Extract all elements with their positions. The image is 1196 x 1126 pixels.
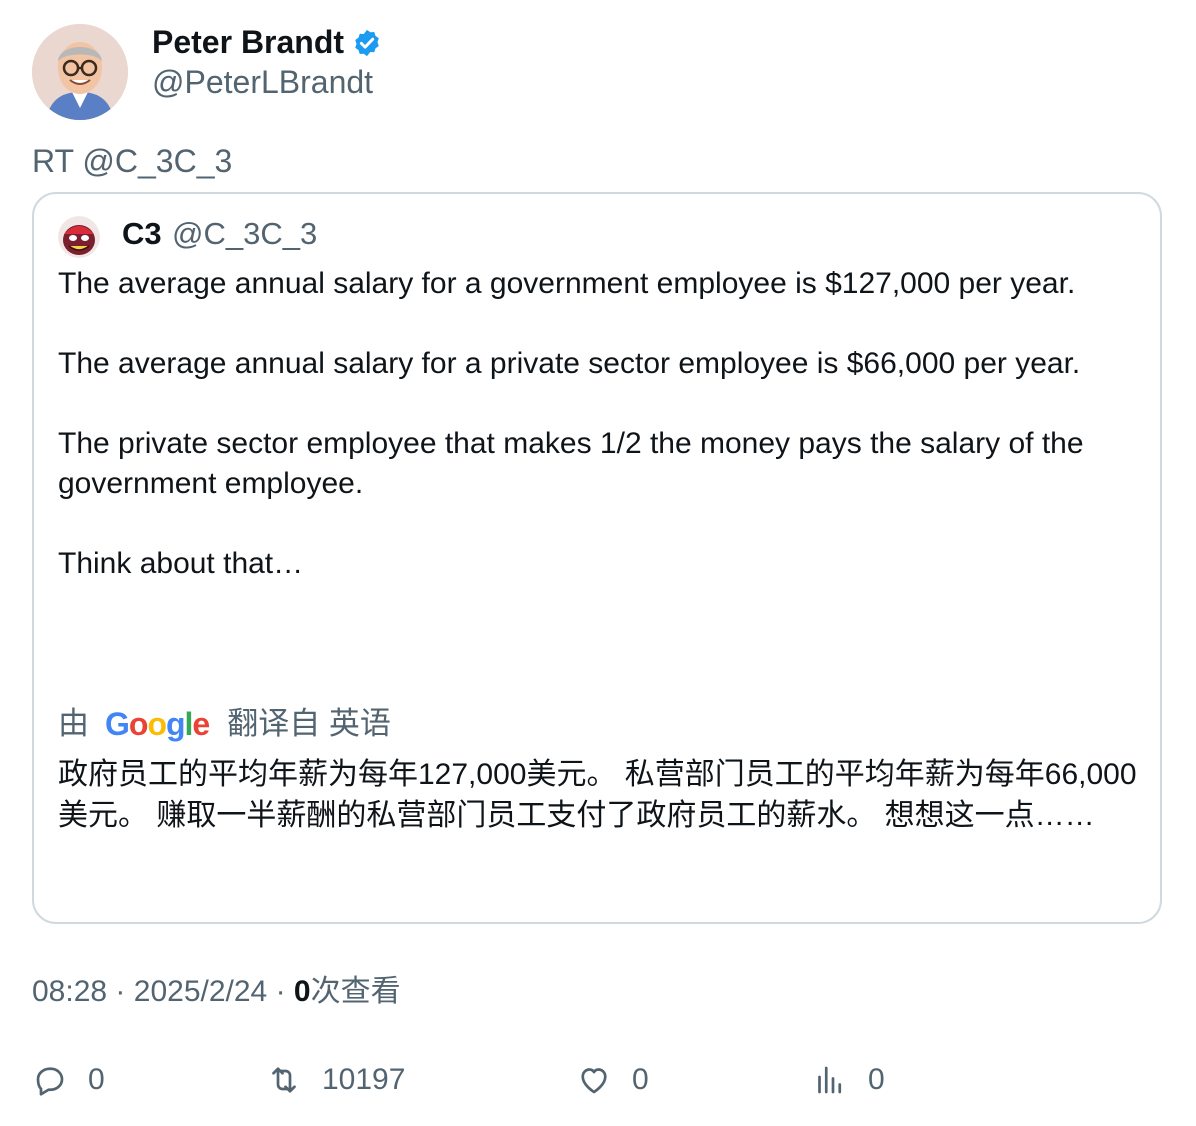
verified-badge-icon	[352, 27, 382, 57]
author-name-row[interactable]: Peter Brandt	[152, 22, 382, 62]
translated-text: 政府员工的平均年薪为每年127,000美元。 私营部门员工的平均年薪为每年66,…	[58, 758, 1137, 832]
heart-icon	[581, 1068, 607, 1094]
quote-avatar-illustration	[58, 216, 100, 258]
avatar-illustration	[32, 24, 128, 120]
reply-icon	[36, 1067, 64, 1096]
translate-prefix: 由	[58, 706, 89, 741]
quote-body-text: The average annual salary for a governme…	[58, 267, 1084, 580]
views-action-count: 0	[868, 1063, 885, 1096]
retweet-text: RT @C_3C_3	[32, 143, 233, 179]
tweet-time[interactable]: 08:28	[32, 975, 107, 1008]
views-button[interactable]: 0	[812, 1058, 885, 1102]
retweet-button[interactable]: 10197	[266, 1058, 405, 1102]
meta-separator: ·	[275, 975, 286, 1008]
google-logo-icon: Google	[105, 706, 210, 742]
quoted-tweet-card[interactable]: C3 @C_3C_3 The average annual salary for…	[32, 192, 1162, 924]
retweet-count: 10197	[322, 1063, 406, 1096]
like-count: 0	[632, 1063, 649, 1096]
views-label: 次查看	[310, 975, 401, 1008]
tweet-meta: 08:28 · 2025/2/24 · 0次查看	[32, 972, 401, 1012]
translation-attribution[interactable]: 由 Google 翻译自 英语	[58, 704, 391, 744]
quote-author-name[interactable]: C3	[122, 214, 162, 254]
author-name[interactable]: Peter Brandt	[152, 22, 344, 62]
reply-button[interactable]: 0	[32, 1058, 105, 1102]
quote-author-avatar[interactable]	[58, 216, 100, 258]
quote-author-handle[interactable]: @C_3C_3	[172, 214, 317, 254]
author-avatar[interactable]	[32, 24, 128, 120]
translate-suffix: 翻译自 英语	[227, 706, 391, 741]
reply-count: 0	[88, 1063, 105, 1096]
author-handle[interactable]: @PeterLBrandt	[152, 62, 373, 102]
views-count: 0	[293, 975, 311, 1008]
action-bar: 0 10197 0 0	[0, 1058, 1196, 1102]
tweet-date[interactable]: 2025/2/24	[134, 975, 267, 1008]
meta-separator: ·	[115, 975, 126, 1008]
like-button[interactable]: 0	[576, 1058, 649, 1102]
views-chart-icon	[818, 1066, 842, 1094]
retweet-icon	[272, 1067, 296, 1093]
